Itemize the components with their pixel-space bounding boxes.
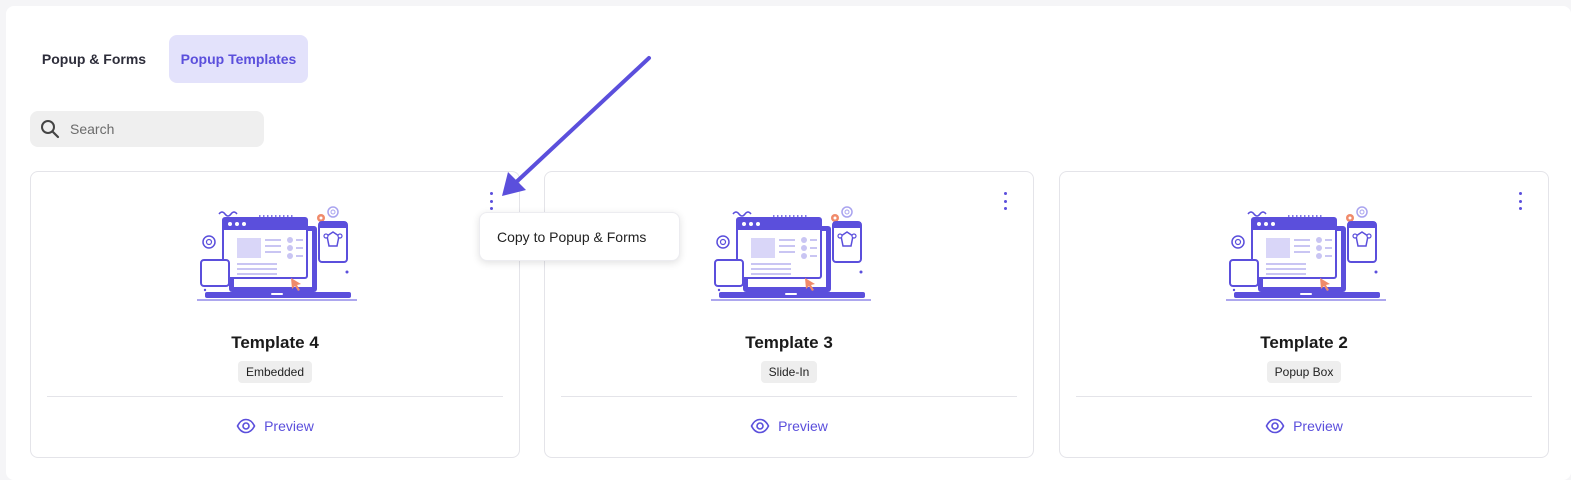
template-card[interactable]: Template 2 Popup Box Preview xyxy=(1059,171,1549,458)
eye-icon xyxy=(236,418,256,434)
search-box xyxy=(30,111,264,147)
preview-link[interactable]: Preview xyxy=(545,416,1033,436)
more-vertical-icon[interactable] xyxy=(483,190,499,212)
search-icon xyxy=(41,120,60,139)
template-title: Template 2 xyxy=(1260,333,1348,352)
copy-to-forms-menu-item[interactable]: Copy to Popup & Forms xyxy=(479,212,680,261)
menu-item-label: Copy to Popup & Forms xyxy=(497,228,647,245)
template-illustration xyxy=(1226,206,1386,301)
tab-popup-templates[interactable]: Popup Templates xyxy=(169,35,308,83)
template-title: Template 4 xyxy=(231,333,319,352)
search-input[interactable] xyxy=(68,120,248,138)
preview-label: Preview xyxy=(778,418,828,434)
more-vertical-icon[interactable] xyxy=(1512,190,1528,212)
template-title: Template 3 xyxy=(745,333,833,352)
eye-icon xyxy=(750,418,770,434)
preview-link[interactable]: Preview xyxy=(1060,416,1548,436)
preview-link[interactable]: Preview xyxy=(31,416,519,436)
eye-icon xyxy=(1265,418,1285,434)
template-card[interactable]: Template 4 Embedded Preview xyxy=(30,171,520,458)
template-type-badge: Embedded xyxy=(237,361,313,383)
card-divider xyxy=(47,396,503,397)
template-type-badge: Slide-In xyxy=(760,361,818,383)
card-divider xyxy=(1076,396,1532,397)
template-type-badge: Popup Box xyxy=(1266,361,1342,383)
card-divider xyxy=(561,396,1017,397)
preview-label: Preview xyxy=(1293,418,1343,434)
more-vertical-icon[interactable] xyxy=(997,190,1013,212)
template-illustration xyxy=(711,206,871,301)
template-illustration xyxy=(197,206,357,301)
tab-popup-forms[interactable]: Popup & Forms xyxy=(30,35,158,83)
preview-label: Preview xyxy=(264,418,314,434)
